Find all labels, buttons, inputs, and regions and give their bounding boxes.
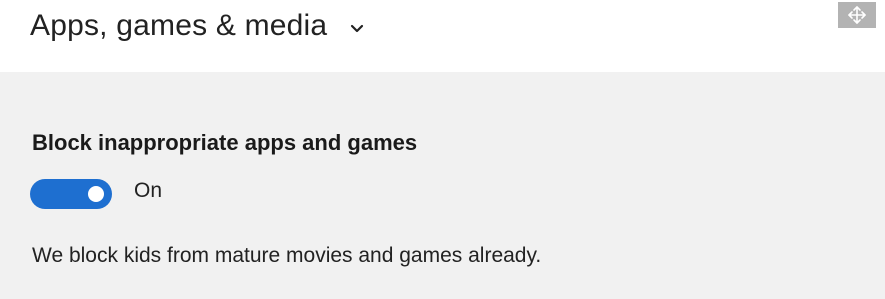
- setting-title: Block inappropriate apps and games: [32, 130, 418, 155]
- section-header: Apps, games & media: [0, 0, 885, 72]
- chevron-down-icon: [350, 8, 364, 42]
- block-apps-toggle[interactable]: [30, 179, 112, 209]
- section-dropdown[interactable]: Apps, games & media: [30, 9, 364, 44]
- setting-description: We block kids from mature movies and gam…: [32, 244, 542, 267]
- toggle-knob: [88, 186, 104, 202]
- section-title: Apps, games & media: [30, 9, 328, 42]
- toggle-state-label: On: [134, 179, 163, 202]
- settings-panel: Block inappropriate apps and games On We…: [0, 72, 885, 299]
- move-arrows-icon[interactable]: [838, 2, 876, 28]
